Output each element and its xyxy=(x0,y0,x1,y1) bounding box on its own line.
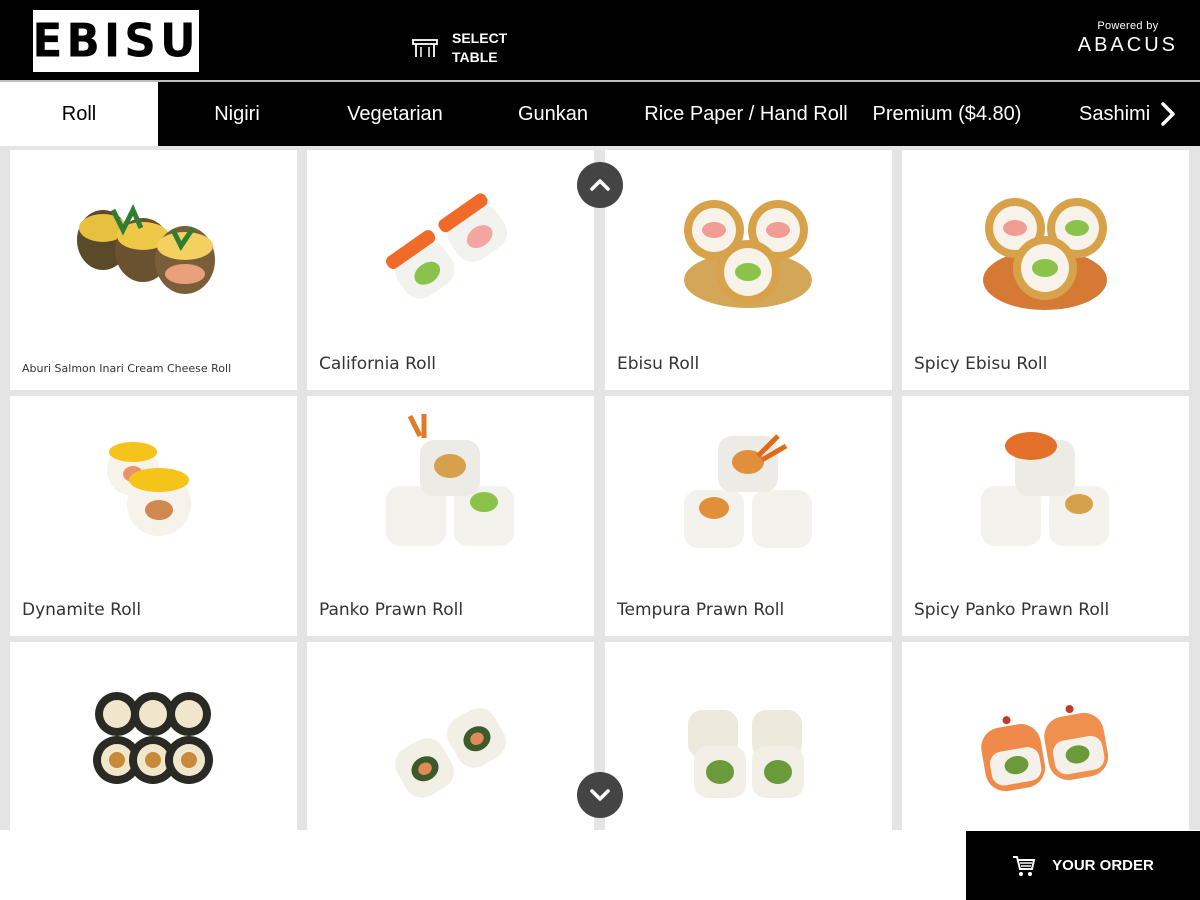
abacus-brand: ABACUS xyxy=(1077,34,1178,56)
tab-roll[interactable]: Roll xyxy=(0,82,158,146)
your-order-button[interactable]: YOUR ORDER xyxy=(966,831,1200,900)
menu-item-card[interactable] xyxy=(10,642,297,830)
tab-nigiri[interactable]: Nigiri xyxy=(158,82,316,146)
tab-gunkan[interactable]: Gunkan xyxy=(474,82,632,146)
menu-item-name: Spicy Panko Prawn Roll xyxy=(914,600,1110,620)
menu-grid: Aburi Salmon Inari Cream Cheese Roll Cal… xyxy=(0,146,1200,830)
menu-item-card[interactable]: Dynamite Roll xyxy=(10,396,297,636)
select-table-line2: TABLE xyxy=(452,49,498,65)
tab-sashimi[interactable]: Sashimi xyxy=(1052,82,1162,146)
menu-item-name: Tempura Prawn Roll xyxy=(617,600,785,620)
menu-item-card[interactable]: Spicy Ebisu Roll xyxy=(902,150,1189,390)
panko-prawn-roll-photo xyxy=(386,414,514,546)
your-order-label: YOUR ORDER xyxy=(1052,857,1154,874)
dynamite-roll-photo xyxy=(107,442,191,536)
tab-premium[interactable]: Premium ($4.80) xyxy=(860,82,1034,146)
menu-item-name: Aburi Salmon Inari Cream Cheese Roll xyxy=(22,362,232,375)
menu-item-card[interactable]: Ebisu Roll xyxy=(605,150,892,390)
select-table-line1: SELECT xyxy=(452,30,508,46)
salmon-roll-photo xyxy=(981,705,1109,792)
sesame-roll-photo xyxy=(395,708,506,798)
chevron-down-icon xyxy=(590,789,610,801)
cucumber-roll-photo xyxy=(688,710,804,798)
ebisu-logo: EBISU xyxy=(32,10,200,72)
menu-item-name: Dynamite Roll xyxy=(22,600,142,620)
select-table-button[interactable]: SELECT TABLE xyxy=(412,28,507,68)
spicy-ebisu-roll-photo xyxy=(983,198,1107,310)
aburi-roll-photo xyxy=(77,204,215,294)
select-table-label: SELECT TABLE xyxy=(452,29,507,67)
category-tabs: Roll Nigiri Vegetarian Gunkan Rice Paper… xyxy=(0,82,1200,146)
menu-item-name: Ebisu Roll xyxy=(617,354,700,374)
tab-vegetarian[interactable]: Vegetarian xyxy=(316,82,474,146)
menu-item-card[interactable]: Spicy Panko Prawn Roll xyxy=(902,396,1189,636)
california-roll-photo xyxy=(385,193,507,299)
chevron-up-icon xyxy=(590,179,610,191)
spicy-panko-prawn-roll-photo xyxy=(981,432,1109,546)
menu-item-card[interactable]: Tempura Prawn Roll xyxy=(605,396,892,636)
menu-item-card[interactable] xyxy=(307,642,594,830)
scroll-up-button[interactable] xyxy=(577,162,623,208)
menu-item-card[interactable] xyxy=(902,642,1189,830)
menu-item-name: California Roll xyxy=(319,354,437,374)
seaweed-roll-photo xyxy=(93,692,213,784)
powered-by: Powered by ABACUS xyxy=(1078,20,1178,57)
chevron-right-icon[interactable] xyxy=(1154,100,1182,128)
cart-icon xyxy=(1013,855,1036,876)
tab-rice-paper-hand-roll[interactable]: Rice Paper / Hand Roll xyxy=(634,82,858,146)
table-icon xyxy=(412,39,438,57)
menu-item-name: Spicy Ebisu Roll xyxy=(914,354,1048,374)
menu-item-card[interactable]: California Roll xyxy=(307,150,594,390)
top-bar: EBISU SELECT TABLE Powered by ABACUS xyxy=(0,0,1200,80)
menu-item-card[interactable] xyxy=(605,642,892,830)
menu-item-name: Panko Prawn Roll xyxy=(319,600,464,620)
ebisu-roll-photo xyxy=(684,200,812,308)
menu-item-card[interactable]: Panko Prawn Roll xyxy=(307,396,594,636)
tempura-prawn-roll-photo xyxy=(684,434,812,548)
menu-item-card[interactable]: Aburi Salmon Inari Cream Cheese Roll xyxy=(10,150,297,390)
scroll-down-button[interactable] xyxy=(577,772,623,818)
powered-by-text: Powered by xyxy=(1097,20,1159,32)
logo-text: EBISU xyxy=(32,14,200,68)
